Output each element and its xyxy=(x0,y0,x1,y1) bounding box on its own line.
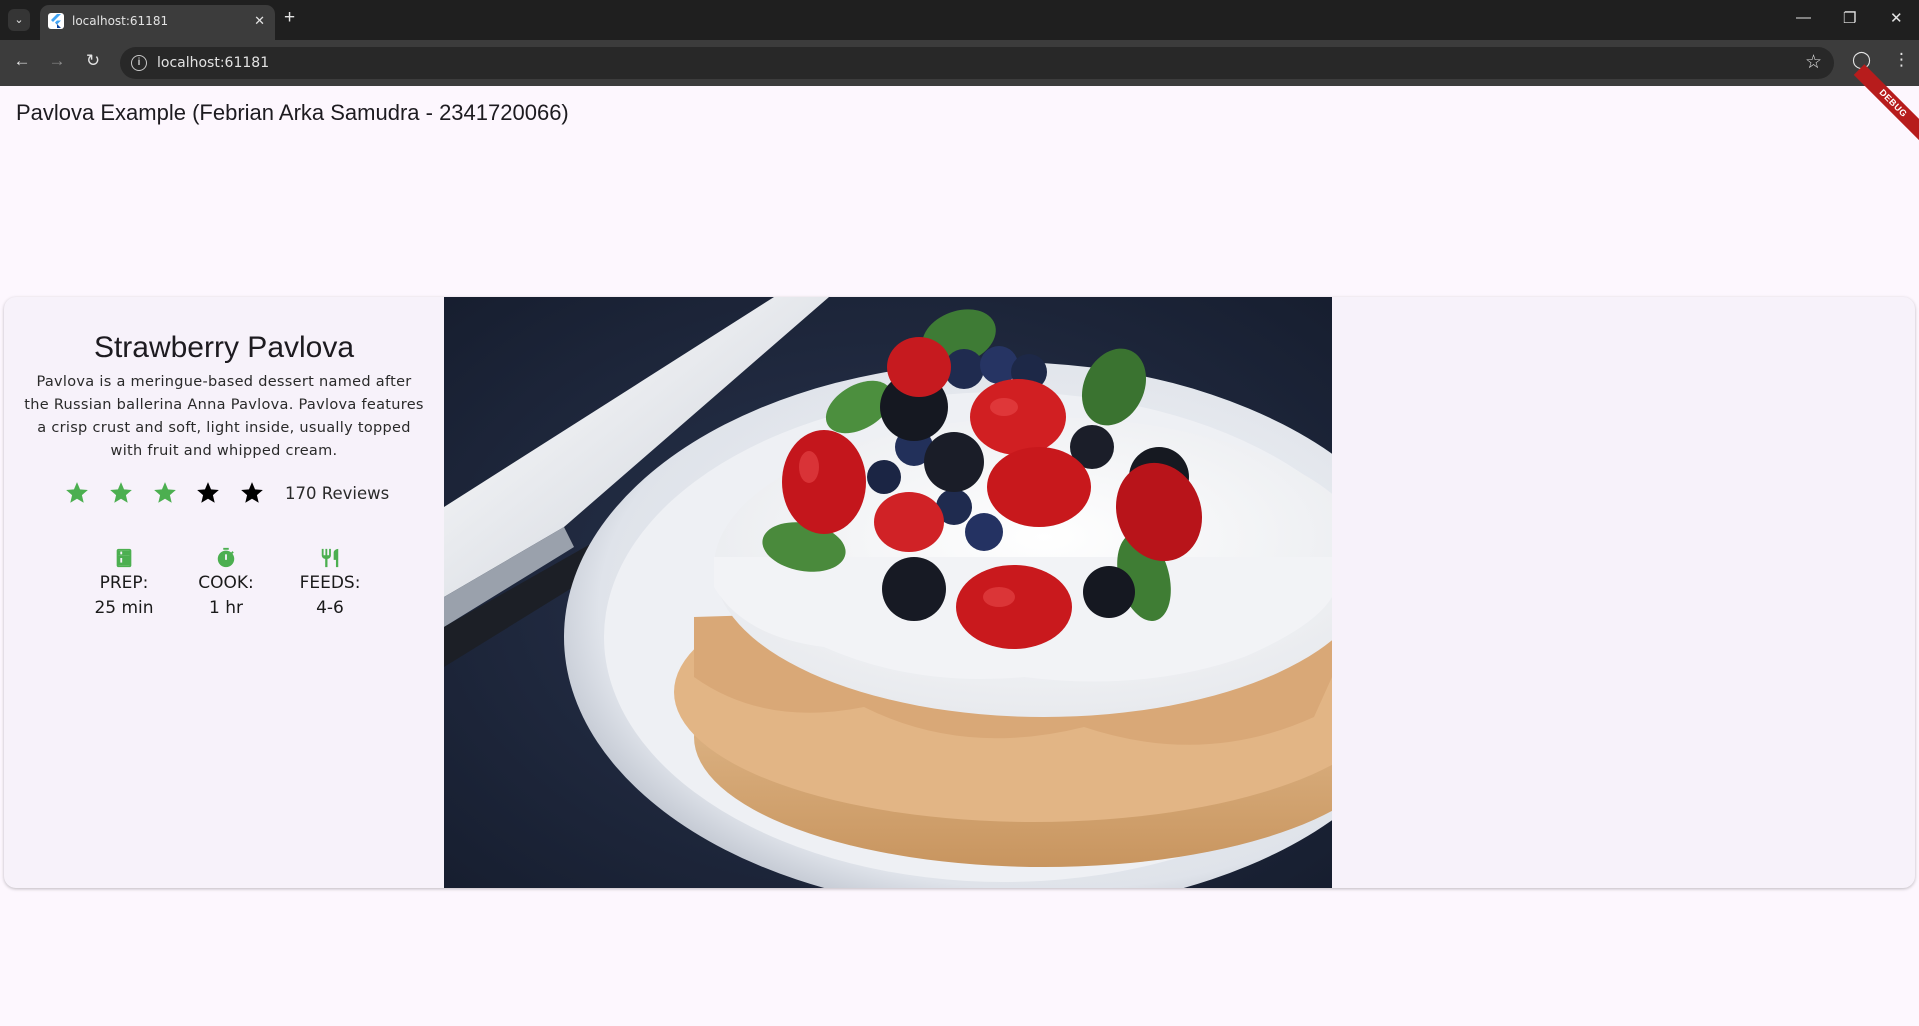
new-tab-button[interactable]: + xyxy=(284,8,295,28)
reload-icon[interactable]: ↻ xyxy=(81,51,105,71)
forward-icon[interactable]: → xyxy=(45,51,69,71)
cook-value: 1 hr xyxy=(209,598,243,618)
appbar-title: Pavlova Example (Febrian Arka Samudra - … xyxy=(16,100,569,125)
recipe-title: Strawberry Pavlova xyxy=(93,331,355,364)
timer-icon xyxy=(217,547,235,568)
pavlova-image xyxy=(444,297,1332,888)
star-icon xyxy=(154,482,176,503)
recipe-details: Strawberry Pavlova Pavlova is a meringue… xyxy=(4,297,444,888)
star-icon xyxy=(241,482,263,503)
site-info-icon[interactable]: i xyxy=(131,55,147,71)
back-icon[interactable]: ← xyxy=(10,51,34,71)
info-cook: COOK: 1 hr xyxy=(181,547,271,618)
browser-tab-strip: ⌄ localhost:61181 ✕ + — ❐ ✕ xyxy=(0,0,1919,40)
info-prep: PREP: 25 min xyxy=(79,547,169,618)
recipe-card: Strawberry Pavlova Pavlova is a meringue… xyxy=(4,297,1915,888)
cook-label: COOK: xyxy=(198,573,254,593)
restore-icon[interactable]: ❐ xyxy=(1843,9,1856,27)
info-feeds: FEEDS: 4-6 xyxy=(285,547,375,618)
url-text[interactable]: localhost:61181 xyxy=(157,55,269,71)
star-icon xyxy=(66,482,88,503)
tab-close-icon[interactable]: ✕ xyxy=(254,13,265,29)
minimize-icon[interactable]: — xyxy=(1796,9,1811,26)
tab-search-button[interactable]: ⌄ xyxy=(8,9,30,31)
browser-toolbar: ← → ↻ i localhost:61181 ☆ ◯ ⋮ xyxy=(0,40,1919,86)
recipe-description: Pavlova is a meringue-based dessert name… xyxy=(24,374,424,459)
star-icon xyxy=(110,482,132,503)
restaurant-icon xyxy=(321,548,339,568)
star-icon xyxy=(197,482,219,503)
feeds-label: FEEDS: xyxy=(299,573,361,593)
window-close-icon[interactable]: ✕ xyxy=(1890,9,1903,27)
browser-tab[interactable]: localhost:61181 ✕ xyxy=(40,5,275,40)
kitchen-icon xyxy=(116,548,132,568)
feeds-value: 4-6 xyxy=(316,598,344,618)
prep-value: 25 min xyxy=(94,598,154,618)
browser-menu-icon[interactable]: ⋮ xyxy=(1893,50,1910,70)
tab-title: localhost:61181 xyxy=(72,14,169,28)
bookmark-star-icon[interactable]: ☆ xyxy=(1805,51,1822,74)
prep-label: PREP: xyxy=(99,573,149,593)
reviews-count: 170 Reviews xyxy=(285,484,390,503)
flutter-favicon-icon xyxy=(48,13,64,29)
address-bar[interactable]: i localhost:61181 ☆ xyxy=(120,47,1834,79)
